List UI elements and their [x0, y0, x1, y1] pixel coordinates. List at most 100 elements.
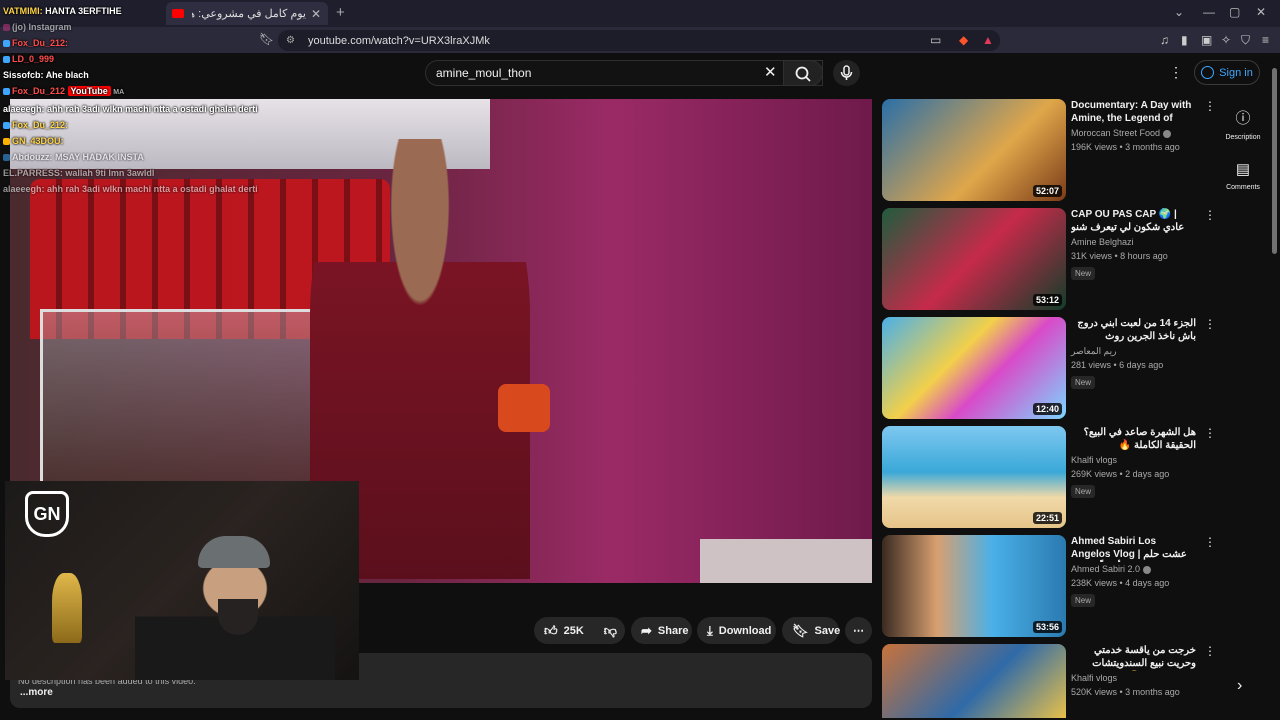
clear-search-icon[interactable]: ✕	[764, 63, 777, 81]
new-badge: New	[1071, 485, 1096, 498]
channel-label: Ahmed Sabiri 2.0	[1071, 564, 1141, 574]
channel-name[interactable]: ريم المعاصر	[1071, 346, 1116, 357]
sign-in-button[interactable]: Sign in	[1194, 60, 1260, 85]
video-thumbnail[interactable]: 53:12	[882, 208, 1066, 310]
streamer-webcam: GN	[5, 481, 359, 680]
chat-message: GN_43DOU:	[12, 136, 64, 146]
chat-message: Fox_Du_212	[12, 86, 66, 96]
region-code: MA	[113, 89, 125, 96]
settings-menu-icon[interactable]: ⋮	[1169, 64, 1183, 81]
description-more-link[interactable]: ...more	[20, 687, 53, 698]
instagram-icon	[3, 24, 10, 32]
download-button[interactable]: ⤓ Download	[697, 617, 776, 644]
channel-label: Moroccan Street Food	[1071, 128, 1161, 138]
recommendation-item[interactable]: 53:12 CAP OU PAS CAP 🌍 | عادي شكون لي تي…	[882, 208, 1216, 310]
badge-icon	[3, 88, 10, 96]
video-thumbnail[interactable]: 53:56	[882, 535, 1066, 637]
video-title[interactable]: خرجت من ياقسة خدمتي وحريت نبيع السندويتش…	[1071, 644, 1196, 671]
chat-message: Fox_Du_212:	[12, 38, 69, 48]
minimize-icon[interactable]: —	[1203, 5, 1215, 19]
recommendation-item[interactable]: 12:40 الجزء 14 من لعبت ابني دروج باش ناخ…	[882, 317, 1216, 419]
music-icon[interactable]: ♫	[1160, 33, 1169, 47]
verified-icon	[1163, 129, 1172, 138]
chat-user: alaeeegh:	[3, 104, 45, 114]
recommendation-item[interactable]: 53:56 Ahmed Sabiri Los Angelos Vlog | عش…	[882, 535, 1216, 637]
page-scrollbar[interactable]	[1272, 68, 1277, 254]
share-button[interactable]: ➦ Share	[631, 617, 692, 644]
voice-search-button[interactable]	[833, 60, 860, 86]
video-meta: 520K views • 3 months ago	[1071, 687, 1180, 697]
share-icon: ➦	[641, 622, 652, 638]
description-panel-button[interactable]: ⓘ Description	[1220, 107, 1266, 141]
chat-line: (jo) Instagram	[3, 19, 263, 35]
video-thumbnail[interactable]: 12:40	[882, 317, 1066, 419]
more-actions-button[interactable]: ⋯	[845, 617, 872, 644]
video-duration: 22:51	[1032, 512, 1062, 524]
stream-chat-overlay: VATMIMI: HANTA 3ERFTIHE (jo) Instagram F…	[3, 3, 263, 197]
cast-icon[interactable]: ▭	[930, 33, 941, 47]
leo-ai-icon[interactable]: ✧	[1221, 33, 1231, 47]
video-title[interactable]: هل الشهرة صاعد في البيع؟ الحقيقة الكاملة…	[1071, 426, 1196, 452]
brave-shield-icon[interactable]: ◆	[959, 33, 968, 47]
dislike-icon[interactable]: 👎︎	[604, 623, 617, 639]
video-title[interactable]: CAP OU PAS CAP 🌍 | عادي شكون لي تيعرف شن…	[1071, 208, 1196, 235]
site-settings-icon[interactable]: ⚙	[286, 35, 298, 46]
video-duration: 52:07	[1032, 185, 1062, 197]
chevron-right-icon[interactable]: ›	[1237, 677, 1242, 695]
like-icon[interactable]: 👍︎	[544, 623, 558, 639]
info-icon: ⓘ	[1235, 110, 1251, 127]
video-thumbnail[interactable]: 22:51	[882, 426, 1066, 528]
video-menu-icon[interactable]: ⋮	[1204, 426, 1216, 440]
youtube-logo[interactable]: YouTube	[67, 86, 111, 96]
video-thumbnail[interactable]	[882, 644, 1066, 718]
chat-line: Abdouzz: MSAY HADAK INSTA	[3, 149, 263, 165]
channel-name[interactable]: Amine Belghazi	[1071, 237, 1134, 247]
save-button[interactable]: 🔖︎ Save	[782, 617, 840, 644]
search-query: amine_moul_thon	[436, 66, 532, 80]
recommendation-item[interactable]: 22:51 هل الشهرة صاعد في البيع؟ الحقيقة ا…	[882, 426, 1216, 528]
chat-message: Abdouzz: MSAY HADAK INSTA	[12, 152, 144, 162]
new-tab-button[interactable]: +	[336, 4, 345, 21]
video-menu-icon[interactable]: ⋮	[1204, 535, 1216, 549]
badge-icon	[3, 154, 10, 162]
recommendation-item[interactable]: 52:07 Documentary: A Day with Amine, the…	[882, 99, 1216, 201]
tab-close-icon[interactable]: ✕	[310, 7, 322, 21]
chat-line: alaeeegh: ahh rah 3adi wlkn machi ntta a…	[3, 101, 263, 117]
channel-name[interactable]: Khalfi vlogs	[1071, 455, 1117, 465]
rewards-icon[interactable]: ▲	[982, 33, 994, 47]
channel-name[interactable]: Ahmed Sabiri 2.0	[1071, 564, 1152, 574]
chat-line: Fox_Du_212:	[3, 117, 263, 133]
video-meta: 196K views • 3 months ago	[1071, 142, 1180, 152]
wallet-icon[interactable]: ▣	[1201, 33, 1212, 47]
video-title[interactable]: الجزء 14 من لعبت ابني دروج باش ناخذ الجر…	[1071, 317, 1196, 343]
video-title[interactable]: Ahmed Sabiri Los Angelos Vlog | عشت حلم …	[1071, 535, 1196, 562]
trophy-icon	[52, 573, 82, 643]
chat-line: GN_43DOU:	[3, 133, 263, 149]
comments-panel-label: Comments	[1226, 184, 1260, 191]
channel-name[interactable]: Khalfi vlogs	[1071, 673, 1117, 683]
description-panel-label: Description	[1225, 134, 1261, 141]
vpn-icon[interactable]: ⛉	[1241, 33, 1250, 48]
video-menu-icon[interactable]: ⋮	[1204, 99, 1216, 113]
recommendation-item[interactable]: خرجت من ياقسة خدمتي وحريت نبيع السندويتش…	[882, 644, 1216, 718]
search-icon	[795, 66, 811, 82]
video-thumbnail[interactable]: 52:07	[882, 99, 1066, 201]
sidebar-icon[interactable]: ▮	[1181, 33, 1188, 47]
video-tuna-can	[498, 384, 550, 432]
like-count[interactable]: 25K	[564, 625, 584, 637]
tab-list-icon[interactable]: ⌄	[1174, 5, 1184, 19]
close-window-icon[interactable]: ✕	[1256, 5, 1266, 19]
url-field[interactable]: ⚙ youtube.com/watch?v=URX3lraXJMk	[278, 30, 1000, 51]
video-title[interactable]: Documentary: A Day with Amine, the Legen…	[1071, 99, 1196, 126]
comments-panel-button[interactable]: ▤ Comments	[1220, 160, 1266, 191]
verified-icon	[1143, 565, 1152, 574]
maximize-icon[interactable]: ▢	[1229, 5, 1240, 19]
url-text: youtube.com/watch?v=URX3lraXJMk	[308, 34, 490, 47]
channel-name[interactable]: Moroccan Street Food	[1071, 128, 1172, 138]
video-menu-icon[interactable]: ⋮	[1204, 644, 1216, 658]
video-meta: 281 views • 6 days ago	[1071, 360, 1164, 370]
search-button[interactable]	[783, 60, 823, 86]
video-menu-icon[interactable]: ⋮	[1204, 317, 1216, 331]
browser-menu-icon[interactable]: ≡	[1262, 33, 1269, 47]
video-menu-icon[interactable]: ⋮	[1204, 208, 1216, 222]
